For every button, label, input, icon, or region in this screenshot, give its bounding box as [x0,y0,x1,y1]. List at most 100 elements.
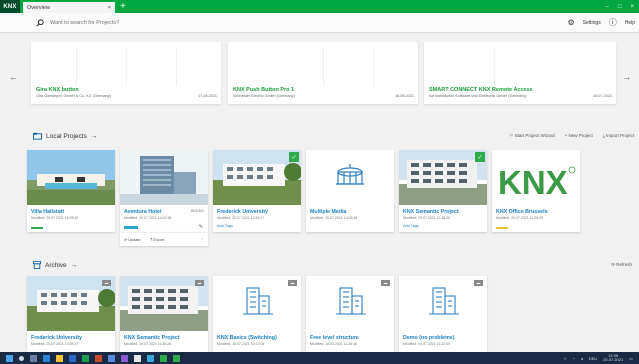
refresh-label: Refresh [616,262,632,267]
teams-icon[interactable] [121,354,128,362]
carousel-left-arrow[interactable]: ← [9,72,18,82]
project-title[interactable]: KNX Office Brussels [496,209,548,215]
project-thumbnail [213,150,301,205]
ets-active-icon[interactable] [173,354,180,362]
project-modified: Modified: 20.07.2021 13:39:17 [217,216,265,220]
excel-icon[interactable] [82,354,89,362]
maximize-button[interactable]: □ [618,4,622,10]
toolbar: ⚙ Settings ⓘ Help [0,13,639,33]
taskbar-search-icon[interactable] [19,355,24,361]
add-tab-button[interactable]: + [120,1,126,12]
task-view-icon[interactable] [30,354,37,362]
help-button[interactable]: Help [625,20,635,26]
tab-overview[interactable]: Overview × [23,2,115,13]
recent-product-manufacturer: Schneider Electric GmbH (Germany) [233,94,295,98]
clock-date: 20.07.2021 [603,357,624,362]
project-modified: Modified: 20.07.2021 14:05:40 [31,216,79,220]
project-title[interactable]: KNX Basics (Switching) [217,335,277,341]
tab-overview-label: Overview [27,4,50,11]
local-projects-header[interactable]: Local Projects → [33,132,97,140]
archive-card-free-level-structure[interactable]: ▬ Free level structure Modified: 16.03.2… [306,276,394,352]
archive-box-icon [33,261,41,269]
os-taskbar: ˄ ◔ ◂ DEU 14:06 20.07.2021 ▭ [0,352,639,364]
recent-product-name: SMART CONNECT KNX Remote Access [429,87,533,93]
tray-chevron-icon[interactable]: ˄ [564,356,566,361]
settings-button[interactable]: Settings [583,20,601,26]
project-title[interactable]: Aventura Hotel [124,209,161,215]
recent-product-name: KNX Push Button Pro 1 [233,87,295,93]
minimize-button[interactable]: – [606,4,609,10]
project-card-multiple-media[interactable]: Multiple Media Modified: 20.07.2021 13:0… [306,150,394,232]
archive-card-demo[interactable]: ▬ Demo (no problems) Modified: 01.07.202… [399,276,487,352]
add-tags-link[interactable]: Add Tags [403,224,419,228]
project-card-knx-semantic[interactable]: ✓ KNX Semantic Project Modified: 20.07.2… [399,150,487,232]
project-title[interactable]: Demo (no problems) [403,335,455,341]
app-icon[interactable] [147,354,154,362]
explorer-icon[interactable] [56,354,63,362]
project-title[interactable]: Frederick University [31,335,82,341]
project-color-tag [31,227,43,229]
project-title[interactable]: KNX Semantic Project [124,335,180,341]
refresh-button[interactable]: ⟳ Refresh [611,262,632,268]
project-modified: Modified: 20.07.2021 13:08:46 [310,216,358,220]
archive-card-frederick-university[interactable]: ▬ Frederick University Modified: 20.07.2… [27,276,115,352]
search-input[interactable] [50,19,230,26]
recent-product-date: 17.08.2021 [197,94,217,98]
folder-icon [33,132,42,140]
project-card-actions: ⟳ Update ⤒ Export ⋮ [120,232,208,246]
project-title[interactable]: Free level structure [310,335,359,341]
recent-product-card[interactable]: Gira KNX button Gira Giersiepen GmbH & C… [31,42,221,104]
start-project-wizard-button[interactable]: ⚐ Start Project Wizard [509,133,554,139]
project-card-villa-hallstatt[interactable]: Villa Hallstatt Modified: 20.07.2021 14:… [27,150,115,232]
project-title[interactable]: Villa Hallstatt [31,209,64,215]
project-title[interactable]: KNX Semantic Project [403,209,459,215]
carousel-right-arrow[interactable]: → [622,72,631,82]
recent-product-card[interactable]: KNX Push Button Pro 1 Schneider Electric… [228,42,418,104]
project-card-frederick-university[interactable]: ✓ Frederick University Modified: 20.07.2… [213,150,301,232]
word-icon[interactable] [69,354,76,362]
project-title[interactable]: Multiple Media [310,209,347,215]
update-button[interactable]: ⟳ Update [124,237,141,242]
archived-icon: ▬ [195,280,204,286]
archive-card-knx-basics[interactable]: ▬ KNX Basics (Switching) Modified: 16.07… [213,276,301,352]
project-color-tag [124,226,138,229]
language-indicator[interactable]: DEU [589,356,597,361]
gear-icon[interactable]: ⚙ [567,18,574,27]
selected-check-icon[interactable]: ✓ [475,152,485,162]
notifications-icon[interactable]: ▭ [629,356,633,361]
archive-card-knx-semantic[interactable]: ▬ KNX Semantic Project Modified: 20.07.2… [120,276,208,352]
project-modified: Modified: 01.07.2021 11:22:49 [403,342,451,346]
new-project-button[interactable]: + New Project [565,133,593,139]
archive-arrow-icon[interactable]: → [71,262,78,269]
archive-header[interactable]: Archive → [33,261,77,269]
more-options-icon[interactable]: ⋮ [200,237,204,242]
project-thumbnail [120,150,208,205]
export-button[interactable]: ⤒ Export [151,238,165,242]
local-projects-title: Local Projects [46,132,87,140]
local-projects-arrow-icon[interactable]: → [91,133,98,140]
project-card-aventura-hotel[interactable]: Aventura Hotel BKE302 Modified: 20.07.20… [120,150,208,246]
outlook-icon[interactable] [108,354,115,362]
store-icon[interactable] [134,354,141,362]
volume-icon[interactable]: ◂ [581,356,583,361]
edge-icon[interactable] [43,354,50,362]
edit-icon[interactable]: ✎ [199,224,203,230]
close-window-button[interactable]: × [630,4,634,10]
help-icon[interactable]: ⓘ [609,17,617,28]
new-project-label: New Project [568,133,593,138]
project-title[interactable]: Frederick University [217,209,268,215]
project-modified: Modified: 20.07.2021 11:38:26 [124,342,172,346]
project-modified: Modified: 20.07.2021 13:39:17 [31,342,79,346]
clock[interactable]: 14:06 20.07.2021 [603,354,623,362]
tab-close-icon[interactable]: × [108,5,111,11]
add-tags-link[interactable]: Add Tags [217,224,233,228]
ets-icon[interactable] [160,354,167,362]
project-thumbnail: KNX [492,150,580,205]
recent-product-card[interactable]: SMART CONNECT KNX Remote Access Ise Indi… [424,42,616,104]
selected-check-icon[interactable]: ✓ [289,152,299,162]
project-card-knx-office-brussels[interactable]: KNX KNX Office Brussels Modified: 20.07.… [492,150,580,232]
powerpoint-icon[interactable] [95,354,102,362]
import-project-button[interactable]: ⤓ Import Project [603,133,634,139]
windows-start-icon[interactable] [6,354,13,362]
network-icon[interactable]: ◔ [572,356,574,361]
